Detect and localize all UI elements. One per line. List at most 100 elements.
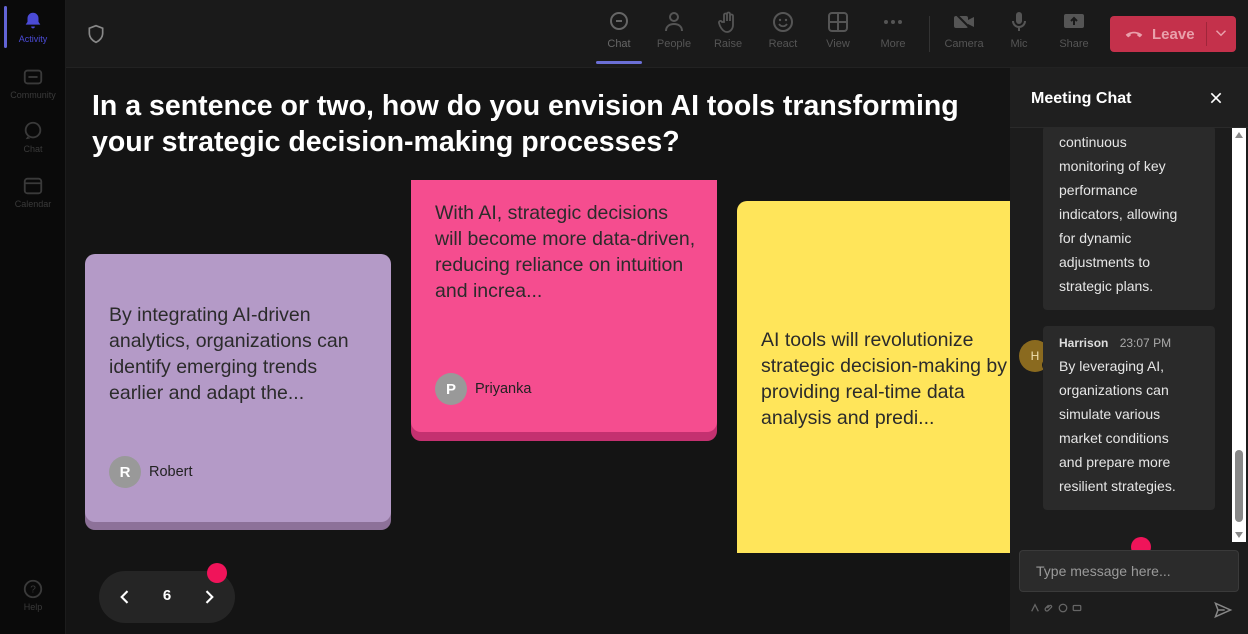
message-line: monitoring of key — [1059, 158, 1166, 174]
smiley-icon — [773, 12, 793, 32]
message-line: for dynamic — [1059, 230, 1132, 246]
card-text: AI tools will revolutionize strategic de… — [761, 329, 1008, 429]
message-line: organizations can — [1059, 382, 1169, 398]
calendar-icon — [23, 177, 43, 195]
help-icon: ? — [23, 579, 43, 599]
toolbar-react-button[interactable]: React — [758, 10, 808, 60]
rail-label: Community — [10, 90, 56, 100]
page-number: 6 — [162, 587, 172, 604]
gif-icon[interactable] — [1072, 603, 1082, 613]
rail-label: Calendar — [14, 199, 52, 209]
message-time: 23:07 PM — [1119, 336, 1172, 350]
rail-item-activity[interactable]: Activity — [0, 10, 66, 44]
message-meta: Harrison 23:07 PM — [1059, 334, 1215, 352]
rail-label: Help — [23, 602, 43, 612]
message-line: indicators, allowing — [1059, 206, 1178, 222]
camera-off-icon — [954, 12, 974, 32]
avatar: R — [109, 456, 141, 488]
bell-icon — [25, 12, 41, 29]
toolbar-chat-button[interactable]: Chat — [594, 10, 644, 60]
scrollbar-thumb[interactable] — [1235, 450, 1243, 522]
rail-item-help[interactable]: ? Help — [0, 578, 66, 612]
active-tab-indicator — [596, 61, 642, 64]
chevron-left-icon[interactable] — [115, 587, 135, 607]
leave-label: Leave — [1152, 25, 1195, 43]
message-line: By leveraging AI, — [1059, 358, 1165, 374]
message-line: strategic plans. — [1059, 278, 1154, 294]
hang-up-icon — [1125, 31, 1143, 38]
toolbar-label: Raise — [713, 38, 743, 50]
leave-divider — [1206, 22, 1207, 46]
meeting-toolbar: Chat People Raise React View More Camera… — [66, 0, 1248, 68]
toolbar-label: Camera — [944, 38, 984, 50]
raise-hand-icon — [718, 11, 734, 33]
message-line: performance — [1059, 182, 1138, 198]
chat-message: Harrison 23:07 PM By leveraging AI, orga… — [1043, 326, 1215, 510]
card-text: By integrating AI-driven analytics, orga… — [109, 304, 349, 404]
author-name: Robert — [149, 464, 193, 480]
toolbar-label: Share — [1059, 38, 1089, 50]
share-screen-icon — [1064, 14, 1084, 28]
message-line: resilient strategies. — [1059, 478, 1176, 494]
avatar: P — [435, 373, 467, 405]
meeting-chat-panel: Meeting Chat continuous monitoring of ke… — [1010, 68, 1248, 634]
people-icon — [665, 12, 683, 32]
chat-header: Meeting Chat — [1010, 68, 1248, 128]
toolbar-label: People — [656, 38, 692, 50]
format-icon[interactable] — [1030, 603, 1040, 613]
sender-name: Harrison — [1059, 336, 1109, 350]
leave-button[interactable]: Leave — [1110, 16, 1236, 52]
emoji-icon[interactable] — [1058, 603, 1068, 613]
toolbar-mic-button[interactable]: Mic — [994, 10, 1044, 60]
response-card[interactable]: With AI, strategic decisions will become… — [411, 180, 717, 432]
chat-message-list[interactable]: continuous monitoring of key performance… — [1010, 128, 1248, 542]
format-toolbar — [1030, 603, 1082, 613]
message-line: simulate various — [1059, 406, 1161, 422]
author-name: Priyanka — [475, 381, 532, 397]
chat-icon — [24, 121, 42, 140]
rail-item-community[interactable]: Community — [0, 66, 66, 100]
more-dots-icon — [884, 20, 902, 24]
scroll-up-arrow-icon[interactable] — [1235, 132, 1243, 138]
question-title: In a sentence or two, how do you envisio… — [92, 90, 959, 158]
rail-item-chat[interactable]: Chat — [0, 120, 66, 154]
toolbar-label: More — [880, 38, 906, 50]
microphone-icon — [1012, 12, 1026, 31]
chevron-down-icon[interactable] — [1212, 24, 1230, 42]
toolbar-share-button[interactable]: Share — [1049, 10, 1099, 60]
chat-message: continuous monitoring of key performance… — [1043, 128, 1215, 310]
chat-title: Meeting Chat — [1031, 90, 1132, 107]
card-author: R Robert — [109, 456, 193, 488]
notification-dot — [207, 563, 227, 583]
rail-label: Chat — [23, 144, 43, 154]
toolbar-camera-button[interactable]: Camera — [939, 10, 989, 60]
scroll-down-arrow-icon[interactable] — [1235, 532, 1243, 538]
toolbar-people-button[interactable]: People — [649, 10, 699, 60]
chat-input-box[interactable] — [1019, 550, 1239, 592]
shield-icon[interactable] — [86, 24, 106, 44]
community-icon — [23, 69, 43, 85]
response-card[interactable]: AI tools will revolutionize strategic de… — [737, 201, 1010, 553]
close-icon[interactable] — [1208, 90, 1224, 106]
rail-label: Activity — [18, 34, 48, 44]
toolbar-label: Mic — [1010, 38, 1028, 50]
attach-icon[interactable] — [1044, 603, 1054, 613]
chat-message-input[interactable] — [1020, 551, 1238, 591]
toolbar-label: Chat — [607, 38, 631, 50]
response-card[interactable]: By integrating AI-driven analytics, orga… — [85, 254, 391, 522]
left-rail: Activity Community Chat Calendar ? Help — [0, 0, 66, 634]
message-line: continuous — [1059, 134, 1127, 150]
chat-scrollbar[interactable] — [1232, 128, 1246, 542]
message-line: adjustments to — [1059, 254, 1151, 270]
rail-item-calendar[interactable]: Calendar — [0, 175, 66, 209]
svg-text:?: ? — [30, 585, 36, 596]
toolbar-view-button[interactable]: View — [813, 10, 863, 60]
toolbar-divider — [929, 16, 930, 52]
send-icon[interactable] — [1213, 600, 1233, 620]
toolbar-more-button[interactable]: More — [868, 10, 918, 60]
chat-icon — [610, 12, 628, 30]
message-line: market conditions — [1059, 430, 1169, 446]
chevron-right-icon[interactable] — [199, 587, 219, 607]
toolbar-raise-button[interactable]: Raise — [703, 10, 753, 60]
presentation-stage: In a sentence or two, how do you envisio… — [66, 68, 1010, 634]
